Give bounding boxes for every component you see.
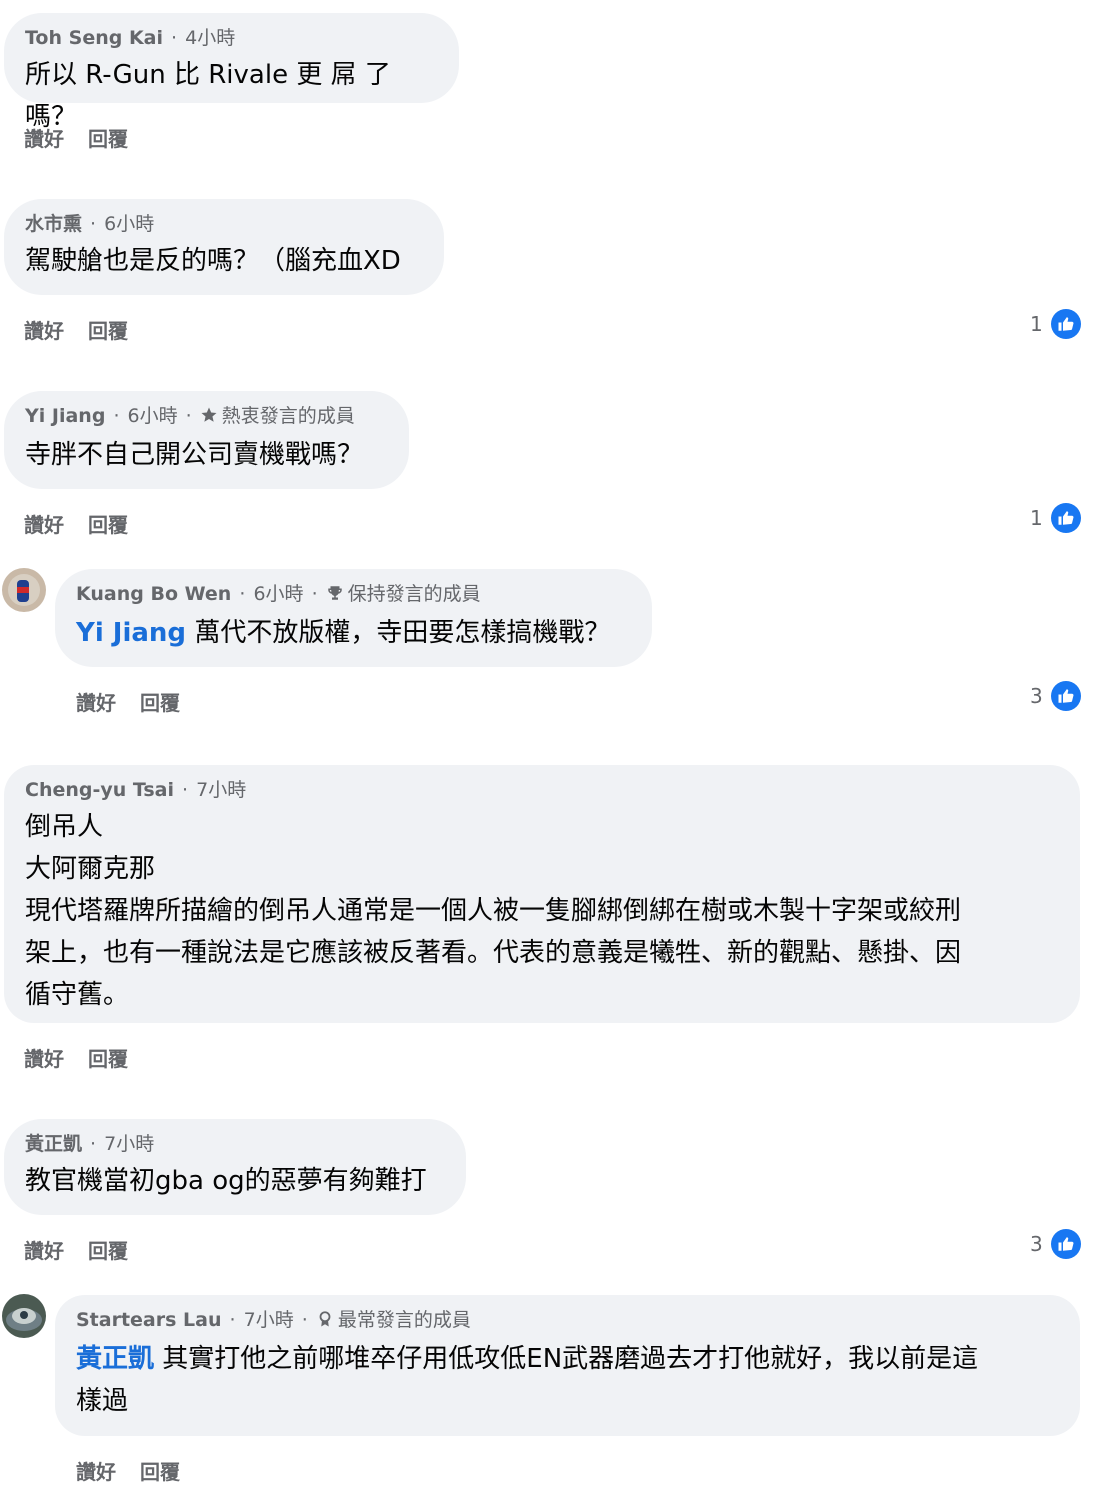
- reaction-count[interactable]: 3: [1030, 1229, 1081, 1259]
- thumbs-up-icon: [1050, 503, 1081, 533]
- comment-bubble: Startears Lau · 7小時 · 最常發言的成員 黃正凱 其實打他之前…: [55, 1295, 1080, 1436]
- star-icon: [200, 405, 218, 431]
- comment-meta: Yi Jiang · 6小時 · 熱衷發言的成員: [25, 403, 389, 431]
- comment-meta: Startears Lau · 7小時 · 最常發言的成員: [76, 1307, 1060, 1335]
- comment-line: 倒吊人: [25, 812, 104, 842]
- comment-time[interactable]: 6小時: [104, 213, 154, 235]
- like-button[interactable]: 讚好: [76, 687, 116, 716]
- comment-actions: 讚好 回覆: [76, 1456, 204, 1485]
- comment-line: 循守舊。: [25, 980, 130, 1010]
- like-button[interactable]: 讚好: [24, 1235, 64, 1264]
- thumbs-up-icon: [1050, 1229, 1081, 1259]
- comment-author[interactable]: 黃正凱: [25, 1133, 82, 1155]
- comment-text: 黃正凱 其實打他之前哪堆卒仔用低攻低EN武器磨過去才打他就好，我以前是這 樣過: [76, 1338, 1060, 1422]
- like-button[interactable]: 讚好: [24, 315, 64, 344]
- like-button[interactable]: 讚好: [24, 1043, 64, 1072]
- like-button[interactable]: 讚好: [24, 509, 64, 538]
- like-count: 3: [1030, 684, 1043, 708]
- comment-text: 駕駛艙也是反的嗎？（腦充血XD: [25, 246, 401, 276]
- comment-bubble: 水市熏 · 6小時 駕駛艙也是反的嗎？（腦充血XD: [4, 199, 444, 295]
- reply-button[interactable]: 回覆: [88, 315, 128, 344]
- comment-bubble: Cheng-yu Tsai · 7小時 倒吊人 大阿爾克那 現代塔羅牌所描繪的倒…: [4, 765, 1080, 1023]
- reply-button[interactable]: 回覆: [88, 123, 128, 152]
- comment-author[interactable]: Startears Lau: [76, 1309, 222, 1331]
- comment-bubble: 黃正凱 · 7小時 教官機當初gba og的惡夢有夠難打: [4, 1119, 466, 1215]
- comment-time[interactable]: 7小時: [244, 1309, 294, 1331]
- comment-actions: 讚好 回覆: [24, 1043, 152, 1072]
- comment-line: 黃正凱 其實打他之前哪堆卒仔用低攻低EN武器磨過去才打他就好，我以前是這: [76, 1338, 1060, 1380]
- reaction-count[interactable]: 1: [1030, 503, 1081, 533]
- reply-button[interactable]: 回覆: [88, 509, 128, 538]
- member-badge: 熱衷發言的成員: [221, 405, 355, 427]
- comment-bubble: Yi Jiang · 6小時 · 熱衷發言的成員 寺胖不自己開公司賣機戰嗎？: [4, 391, 409, 489]
- reaction-count[interactable]: 3: [1030, 681, 1081, 711]
- comment-text: 寺胖不自己開公司賣機戰嗎？: [25, 440, 364, 470]
- comment-meta: Kuang Bo Wen · 6小時 · 保持發言的成員: [76, 581, 632, 609]
- comment-actions: 讚好 回覆: [24, 315, 152, 344]
- mention-link[interactable]: 黃正凱: [76, 1344, 154, 1374]
- comment-meta: 黃正凱 · 7小時: [25, 1133, 155, 1155]
- comment-time[interactable]: 6小時: [253, 583, 303, 605]
- thumbs-up-icon: [1050, 309, 1081, 339]
- reply-button[interactable]: 回覆: [88, 1043, 128, 1072]
- reply-button[interactable]: 回覆: [140, 1456, 180, 1485]
- comment-author[interactable]: Toh Seng Kai: [25, 27, 163, 49]
- comment-text: 倒吊人 大阿爾克那 現代塔羅牌所描繪的倒吊人通常是一個人被一隻腳綁倒綁在樹或木製…: [25, 806, 1060, 1016]
- comment-actions: 讚好 回覆: [24, 1235, 152, 1264]
- like-button[interactable]: 讚好: [24, 123, 64, 152]
- like-count: 3: [1030, 1232, 1043, 1256]
- comment-text: 教官機當初gba og的惡夢有夠難打: [25, 1166, 427, 1196]
- comment-author[interactable]: Cheng-yu Tsai: [25, 779, 174, 801]
- reaction-count[interactable]: 1: [1030, 309, 1081, 339]
- comment-line: 架上，也有一種說法是它應該被反著看。代表的意義是犧牲、新的觀點、懸掛、因: [25, 938, 962, 968]
- comment-actions: 讚好 回覆: [24, 123, 152, 152]
- comment-author[interactable]: 水市熏: [25, 213, 82, 235]
- reply-button[interactable]: 回覆: [88, 1235, 128, 1264]
- like-count: 1: [1030, 312, 1043, 336]
- like-count: 1: [1030, 506, 1043, 530]
- comment-line: 大阿爾克那: [25, 854, 156, 884]
- comment-line: 樣過: [76, 1386, 129, 1416]
- trophy-icon: [326, 583, 344, 609]
- comment-actions: 讚好 回覆: [24, 509, 152, 538]
- comment-time[interactable]: 7小時: [196, 779, 246, 801]
- comment-meta: Cheng-yu Tsai · 7小時: [25, 779, 247, 801]
- comment-text: Yi Jiang 萬代不放版權，寺田要怎樣搞機戰？: [76, 612, 632, 654]
- like-button[interactable]: 讚好: [76, 1456, 116, 1485]
- reply-button[interactable]: 回覆: [140, 687, 180, 716]
- comment-author[interactable]: Kuang Bo Wen: [76, 583, 231, 605]
- comment-time[interactable]: 6小時: [128, 405, 178, 427]
- comment-meta: Toh Seng Kai · 4小時: [25, 27, 236, 49]
- comment-time[interactable]: 7小時: [104, 1133, 154, 1155]
- comment-body: 其實打他之前哪堆卒仔用低攻低EN武器磨過去才打他就好，我以前是這: [162, 1344, 979, 1374]
- avatar[interactable]: [2, 568, 46, 612]
- award-icon: [316, 1309, 334, 1335]
- comment-actions: 讚好 回覆: [76, 687, 204, 716]
- thumbs-up-icon: [1050, 681, 1081, 711]
- comment-line: 現代塔羅牌所描繪的倒吊人通常是一個人被一隻腳綁倒綁在樹或木製十字架或絞刑: [25, 896, 962, 926]
- comment-meta: 水市熏 · 6小時: [25, 213, 155, 235]
- avatar[interactable]: [2, 1294, 46, 1338]
- comment-author[interactable]: Yi Jiang: [25, 405, 105, 427]
- member-badge: 最常發言的成員: [337, 1309, 471, 1331]
- comment-time[interactable]: 4小時: [185, 27, 235, 49]
- mention-link[interactable]: Yi Jiang: [76, 618, 186, 648]
- member-badge: 保持發言的成員: [347, 583, 481, 605]
- comment-bubble: Kuang Bo Wen · 6小時 · 保持發言的成員 Yi Jiang 萬代…: [55, 569, 652, 667]
- comment-bubble: Toh Seng Kai · 4小時 所以 R-Gun 比 Rivale 更 屌…: [4, 13, 459, 132]
- comment-body: 萬代不放版權，寺田要怎樣搞機戰？: [194, 618, 611, 648]
